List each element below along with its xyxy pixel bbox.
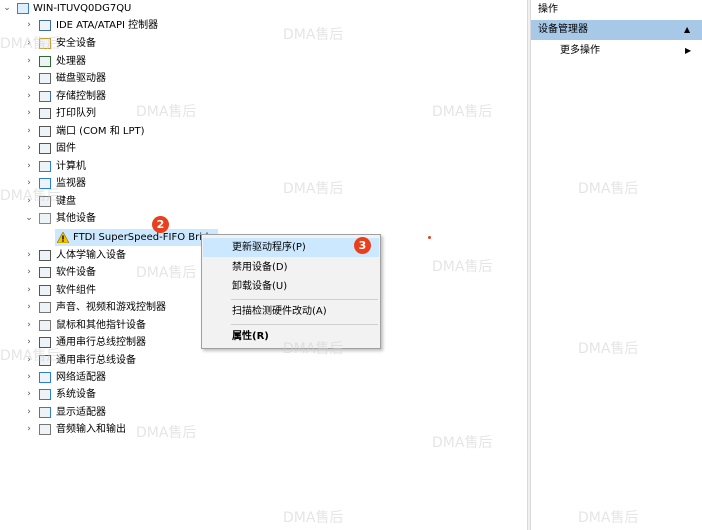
disk-drive-icon	[39, 73, 51, 84]
sound-icon	[39, 302, 51, 313]
tree-category-label: 鼠标和其他指针设备	[56, 320, 146, 331]
menu-scan-hardware[interactable]: 扫描检测硬件改动(A)	[203, 302, 379, 321]
chevron-right-icon[interactable]: ›	[24, 247, 34, 264]
menu-disable-label: 禁用设备(D)	[232, 262, 288, 273]
menu-disable-device[interactable]: 禁用设备(D)	[203, 258, 379, 277]
network-adapter-icon	[39, 372, 51, 383]
ide-controller-icon	[39, 20, 51, 31]
chevron-right-icon[interactable]: ›	[24, 175, 34, 192]
tree-category-label: 网络适配器	[56, 372, 106, 383]
actions-header: 操作	[531, 0, 702, 21]
software-device-icon	[39, 267, 51, 278]
menu-separator	[231, 324, 378, 325]
keyboard-icon	[39, 196, 51, 207]
audio-io-icon	[39, 424, 51, 435]
chevron-right-icon[interactable]: ›	[24, 70, 34, 87]
security-device-icon	[39, 38, 51, 49]
menu-update-driver[interactable]: 更新驱动程序(P)	[203, 238, 379, 257]
chevron-right-icon[interactable]: ›	[24, 299, 34, 316]
firmware-icon	[39, 143, 51, 154]
chevron-down-icon[interactable]: ⌄	[24, 210, 34, 227]
tree-category-label: 软件设备	[56, 267, 96, 278]
chevron-right-icon[interactable]: ›	[24, 53, 34, 70]
root-label: WIN-ITUVQ0DG7QU	[33, 3, 132, 14]
menu-scan-label: 扫描检测硬件改动(A)	[232, 306, 327, 317]
tree-category-label: 声音、视频和游戏控制器	[56, 302, 166, 313]
context-menu: 更新驱动程序(P) 禁用设备(D) 卸载设备(U) 扫描检测硬件改动(A) 属性…	[201, 234, 381, 349]
chevron-right-icon[interactable]: ›	[24, 193, 34, 210]
usb-icon	[39, 337, 51, 348]
system-device-icon	[39, 389, 51, 400]
tree-category-label: IDE ATA/ATAPI 控制器	[56, 20, 159, 31]
computer-icon	[39, 161, 51, 172]
chevron-right-icon[interactable]: ›	[24, 369, 34, 386]
menu-properties[interactable]: 属性(R)	[203, 327, 379, 346]
collapse-up-icon[interactable]: ▲	[684, 20, 690, 40]
submenu-arrow-icon: ▶	[685, 46, 692, 55]
tree-category-label: 安全设备	[56, 38, 96, 49]
tree-category-label: 存储控制器	[56, 91, 106, 102]
chevron-right-icon[interactable]: ›	[24, 105, 34, 122]
more-actions[interactable]: 更多操作 ▶	[531, 42, 702, 60]
chevron-right-icon[interactable]: ›	[24, 123, 34, 140]
storage-controller-icon	[39, 91, 51, 102]
step-2-badge: 2	[152, 216, 169, 233]
software-component-icon	[39, 285, 51, 296]
mouse-icon	[39, 320, 51, 331]
hid-icon	[39, 250, 51, 261]
chevron-right-icon[interactable]: ›	[24, 264, 34, 281]
tree-category-label: 端口 (COM 和 LPT)	[56, 126, 145, 137]
chevron-right-icon[interactable]: ›	[24, 140, 34, 157]
chevron-right-icon[interactable]: ›	[24, 386, 34, 403]
chevron-right-icon[interactable]: ›	[24, 17, 34, 34]
menu-update-driver-label: 更新驱动程序(P)	[232, 242, 306, 253]
chevron-right-icon[interactable]: ›	[24, 317, 34, 334]
usb-device-icon	[39, 355, 51, 366]
tree-category-label: 其他设备	[56, 213, 96, 224]
red-dot	[428, 236, 431, 239]
tree-category-label: 通用串行总线设备	[56, 355, 136, 366]
other-devices-icon	[39, 213, 51, 224]
tree-category-label: 处理器	[56, 56, 86, 67]
tree-category-label: 固件	[56, 143, 76, 154]
tree-category-label: 显示适配器	[56, 407, 106, 418]
tree-category-label: 通用串行总线控制器	[56, 337, 146, 348]
step-3-badge: 3	[354, 237, 371, 254]
chevron-right-icon[interactable]: ›	[24, 404, 34, 421]
tree-category-label: 音频输入和输出	[56, 424, 126, 435]
monitor-icon	[39, 178, 51, 189]
tree-category-label: 打印队列	[56, 108, 96, 119]
port-icon	[39, 126, 51, 137]
chevron-right-icon[interactable]: ›	[24, 88, 34, 105]
chevron-right-icon[interactable]: ›	[24, 352, 34, 369]
menu-properties-label: 属性(R)	[232, 331, 269, 342]
tree-category-label: 人体学输入设备	[56, 250, 126, 261]
chevron-right-icon[interactable]: ›	[24, 282, 34, 299]
actions-section-label: 设备管理器	[538, 24, 588, 35]
chevron-right-icon[interactable]: ›	[24, 421, 34, 438]
warning-icon	[56, 231, 70, 244]
selected-device-label: FTDI SuperSpeed-FIFO Bridge	[73, 232, 221, 243]
display-adapter-icon	[39, 407, 51, 418]
menu-uninstall-device[interactable]: 卸载设备(U)	[203, 277, 379, 296]
chevron-right-icon[interactable]: ›	[24, 158, 34, 175]
chevron-right-icon[interactable]: ›	[24, 35, 34, 52]
chevron-right-icon[interactable]: ›	[24, 334, 34, 351]
actions-header-label: 操作	[538, 4, 558, 15]
actions-pane: 操作 设备管理器 ▲ 更多操作 ▶	[531, 0, 702, 530]
tree-category-label: 键盘	[56, 196, 76, 207]
computer-icon	[17, 3, 29, 14]
actions-section-device-manager[interactable]: 设备管理器 ▲	[531, 20, 702, 40]
processor-icon	[39, 56, 51, 67]
tree-category-label: 磁盘驱动器	[56, 73, 106, 84]
menu-separator	[231, 299, 378, 300]
tree-category-label: 软件组件	[56, 285, 96, 296]
menu-uninstall-label: 卸载设备(U)	[232, 281, 288, 292]
tree-category-label: 系统设备	[56, 389, 96, 400]
tree-category-label: 计算机	[56, 161, 86, 172]
tree-category-label: 监视器	[56, 178, 86, 189]
printer-icon	[39, 108, 51, 119]
more-actions-label: 更多操作	[560, 45, 600, 56]
chevron-down-icon[interactable]: ⌄	[2, 0, 12, 17]
